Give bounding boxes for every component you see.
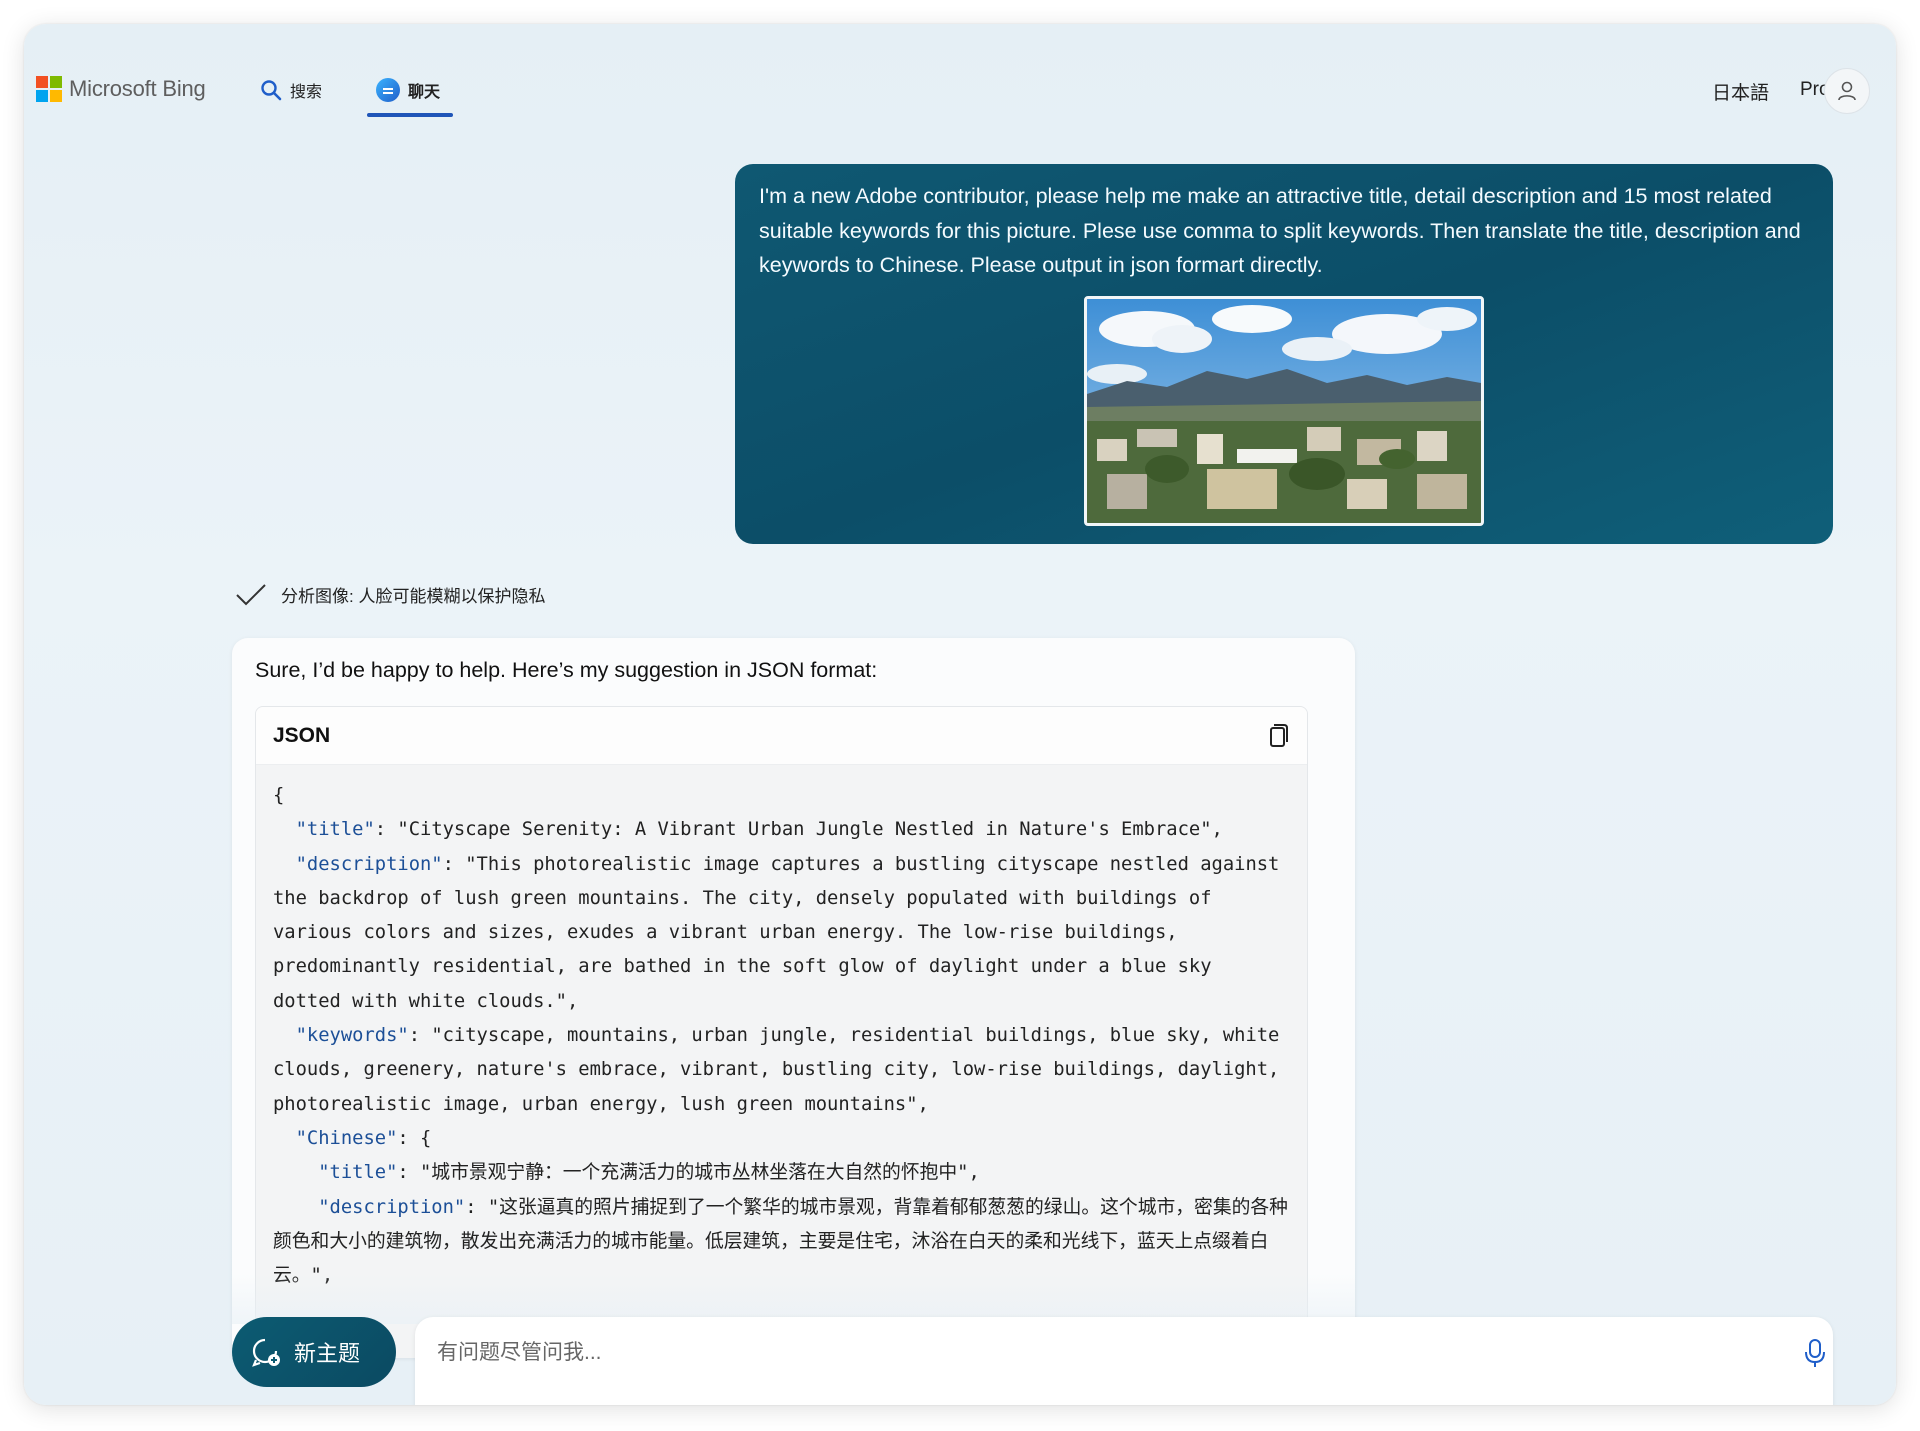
person-icon [1838, 81, 1856, 101]
bing-logo[interactable]: Microsoft Bing [36, 76, 206, 102]
json-key: "Chinese" [295, 1127, 398, 1149]
json-key: "description" [318, 1196, 466, 1218]
active-tab-indicator [367, 113, 453, 117]
code-line: { [273, 785, 285, 806]
tab-chat[interactable]: 聊天 [376, 74, 440, 106]
user-avatar[interactable] [1824, 68, 1870, 114]
image-analysis-status: 分析图像: 人脸可能模糊以保护隐私 [235, 582, 545, 607]
checkmark-icon [236, 583, 266, 605]
user-message: I'm a new Adobe contributor, please help… [735, 164, 1833, 544]
chat-icon [376, 78, 400, 102]
microsoft-logo-icon [36, 76, 62, 102]
cityscape-photo [1087, 299, 1481, 523]
uploaded-image[interactable] [1084, 296, 1484, 526]
code-content: { "title": "Cityscape Serenity: A Vibran… [256, 765, 1307, 1307]
code-block: JSON { "title": "Cityscape Serenity: A V… [255, 706, 1308, 1358]
json-value: : "This photorealistic image captures a … [273, 853, 1291, 1012]
json-key: "description" [295, 853, 443, 875]
json-value: : { [397, 1127, 432, 1149]
new-topic-button[interactable]: 新主题 [232, 1317, 396, 1387]
bot-message: Sure, I’d be happy to help. Here’s my su… [232, 638, 1355, 1358]
chat-input[interactable] [437, 1335, 1737, 1371]
tab-search[interactable]: 搜索 [260, 74, 322, 106]
json-value: : "cityscape, mountains, urban jungle, r… [273, 1025, 1291, 1115]
json-key: "title" [295, 819, 375, 841]
user-message-text: I'm a new Adobe contributor, please help… [759, 184, 1801, 277]
copy-icon[interactable] [1263, 722, 1291, 750]
brand-name: Microsoft Bing [69, 76, 206, 101]
code-language-label: JSON [273, 723, 331, 747]
new-topic-icon [252, 1338, 280, 1367]
json-key: "title" [318, 1162, 398, 1184]
tab-chat-label: 聊天 [408, 84, 441, 101]
search-icon [261, 80, 282, 101]
header: Microsoft Bing 搜索 聊天 日本語 Pro [24, 24, 1896, 144]
bot-intro-text: Sure, I’d be happy to help. Here’s my su… [255, 658, 878, 682]
json-value: : "城市景观宁静：一个充满活力的城市丛林坐落在大自然的怀抱中", [397, 1162, 980, 1184]
language-link[interactable]: 日本語 [1712, 78, 1769, 105]
json-value: : "Cityscape Serenity: A Vibrant Urban J… [374, 819, 1223, 841]
browser-window: Microsoft Bing 搜索 聊天 日本語 Pro I'm a new A… [24, 24, 1896, 1405]
microphone-icon[interactable] [1802, 1337, 1828, 1369]
code-header: JSON [256, 707, 1307, 765]
tab-search-label: 搜索 [290, 84, 323, 101]
new-topic-label: 新主题 [294, 1341, 361, 1366]
json-key: "keywords" [295, 1025, 409, 1047]
analysis-text: 分析图像: 人脸可能模糊以保护隐私 [281, 587, 546, 606]
chat-input-box[interactable] [415, 1317, 1833, 1405]
